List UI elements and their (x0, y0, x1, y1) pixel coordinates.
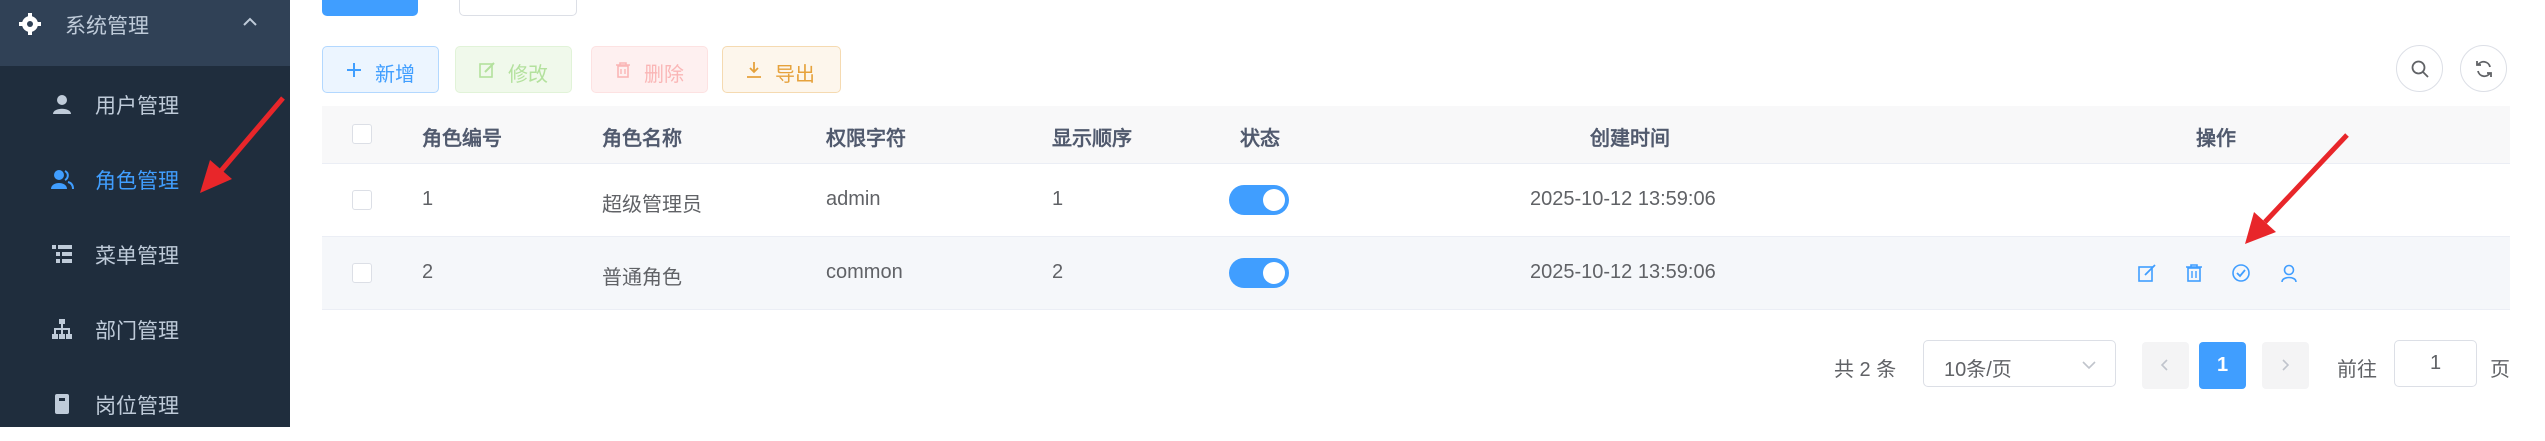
arrow-to-row-action (2245, 133, 2349, 244)
annotation-arrows (200, 96, 2349, 244)
arrow-to-role-menu (200, 96, 285, 193)
